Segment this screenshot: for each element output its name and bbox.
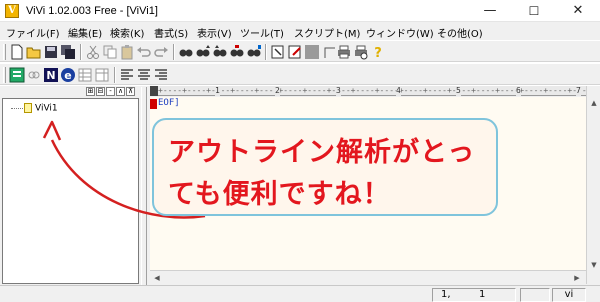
toolbar-separator bbox=[114, 67, 116, 83]
new-file-icon[interactable] bbox=[9, 44, 25, 60]
find-next-icon[interactable] bbox=[195, 44, 211, 60]
menu-view[interactable]: 表示(V) bbox=[197, 25, 232, 40]
vertical-scrollbar[interactable]: ▲ ▼ bbox=[586, 86, 600, 284]
menu-file[interactable]: ファイル(F) bbox=[6, 25, 60, 40]
menu-search[interactable]: 検索(K) bbox=[110, 25, 144, 40]
ruler-number: 4 bbox=[396, 86, 401, 96]
secondary-toolbar: N e bbox=[0, 63, 600, 85]
close-button[interactable]: ✕ bbox=[556, 0, 600, 22]
ruler-number: 7 bbox=[576, 86, 581, 96]
column-number: 1 bbox=[479, 289, 486, 300]
menu-script[interactable]: スクリプト(M) bbox=[294, 25, 360, 40]
menu-window[interactable]: ウィンドウ(W) bbox=[366, 25, 434, 40]
minimize-button[interactable]: — bbox=[468, 0, 512, 22]
expand-all-button[interactable]: ⊞ bbox=[86, 87, 95, 96]
ruler-number: 3 bbox=[336, 86, 341, 96]
main-toolbar: ? bbox=[0, 40, 600, 62]
status-bar: 1, 1 vi bbox=[0, 285, 600, 302]
annotation-callout: アウトライン解析がとっ ても便利ですね！ bbox=[152, 118, 498, 216]
ruler-number: 2 bbox=[275, 86, 280, 96]
ruler-number: 6 bbox=[516, 86, 521, 96]
cut-icon[interactable] bbox=[85, 44, 101, 60]
ruler: +----+----+----+----+----+----+----+----… bbox=[150, 86, 586, 96]
corner-icon[interactable] bbox=[321, 44, 337, 60]
save-all-icon[interactable] bbox=[60, 44, 76, 60]
ruler-ticks: +----+----+----+----+----+----+----+----… bbox=[158, 86, 586, 95]
toolbar-separator bbox=[80, 44, 82, 60]
menu-format[interactable]: 書式(S) bbox=[154, 25, 188, 40]
scroll-right-icon[interactable]: ▶ bbox=[570, 271, 584, 285]
print-preview-icon[interactable] bbox=[353, 44, 369, 60]
menu-other[interactable]: その他(O) bbox=[437, 25, 483, 40]
caret bbox=[150, 99, 157, 109]
window-title: ViVi 1.02.003 Free - [ViVi1] bbox=[26, 5, 158, 17]
document-icon bbox=[24, 103, 32, 113]
align-center-icon[interactable] bbox=[136, 67, 152, 83]
scroll-up-icon[interactable]: ▲ bbox=[587, 96, 600, 110]
collapse-all-button[interactable]: ⊟ bbox=[96, 87, 105, 96]
status-cell bbox=[520, 288, 550, 302]
tree-item[interactable]: ViVi1 bbox=[11, 103, 58, 114]
line-number: 1, bbox=[441, 289, 451, 300]
toolbar-separator bbox=[265, 44, 267, 60]
cursor-position: 1, 1 bbox=[432, 288, 516, 302]
find-prev-icon[interactable] bbox=[212, 44, 228, 60]
redo-icon[interactable] bbox=[153, 44, 169, 60]
minimize-pane-button[interactable]: - bbox=[106, 87, 115, 96]
find-icon[interactable] bbox=[178, 44, 194, 60]
scroll-left-icon[interactable]: ◀ bbox=[150, 271, 164, 285]
ruler-number: 5 bbox=[456, 86, 461, 96]
app-icon: V bbox=[5, 4, 19, 18]
svg-text:?: ? bbox=[374, 46, 382, 60]
tree-connector bbox=[11, 107, 23, 109]
save-icon[interactable] bbox=[43, 44, 59, 60]
outline-icon[interactable] bbox=[9, 67, 25, 83]
menu-tools[interactable]: ツール(T) bbox=[240, 25, 284, 40]
callout-text-line2: ても便利ですね！ bbox=[168, 179, 391, 210]
e-icon[interactable]: e bbox=[60, 67, 76, 83]
grep-icon[interactable] bbox=[246, 44, 262, 60]
edit-mode: vi bbox=[552, 288, 586, 302]
paste-icon[interactable] bbox=[119, 44, 135, 60]
tree-item-label: ViVi1 bbox=[35, 103, 58, 114]
replace-icon[interactable] bbox=[229, 44, 245, 60]
toolbar-grip[interactable] bbox=[3, 67, 6, 83]
table-icon[interactable] bbox=[77, 67, 93, 83]
maximize-button[interactable]: ☐ bbox=[512, 0, 556, 22]
print-icon[interactable] bbox=[336, 44, 352, 60]
svg-text:e: e bbox=[64, 69, 71, 82]
pane-splitter[interactable] bbox=[141, 87, 147, 285]
outline-header: ⊞ ⊟ - ∧ ⊼ bbox=[2, 87, 139, 97]
title-bar: V ViVi 1.02.003 Free - [ViVi1] — ☐ ✕ bbox=[0, 0, 600, 22]
toolbar-grip[interactable] bbox=[3, 44, 6, 60]
outline-pane[interactable]: ViVi1 bbox=[2, 98, 139, 284]
copy-icon[interactable] bbox=[102, 44, 118, 60]
jump-icon[interactable] bbox=[270, 44, 286, 60]
move-up-button[interactable]: ∧ bbox=[116, 87, 125, 96]
open-folder-icon[interactable] bbox=[26, 44, 42, 60]
menu-bar: ファイル(F) 編集(E) 検索(K) 書式(S) 表示(V) ツール(T) ス… bbox=[0, 22, 600, 40]
eof-marker: EOF] bbox=[158, 98, 180, 108]
scroll-down-icon[interactable]: ▼ bbox=[587, 258, 600, 272]
align-right-icon[interactable] bbox=[153, 67, 169, 83]
align-left-icon[interactable] bbox=[119, 67, 135, 83]
link-icon[interactable] bbox=[26, 67, 42, 83]
gray-box-icon[interactable] bbox=[304, 44, 320, 60]
svg-text:N: N bbox=[46, 69, 55, 82]
undo-icon[interactable] bbox=[136, 44, 152, 60]
ruler-number: 1 bbox=[215, 86, 220, 96]
horizontal-scrollbar[interactable]: ◀ ▶ bbox=[150, 270, 586, 284]
ruler-cursor bbox=[150, 86, 158, 96]
menu-edit[interactable]: 編集(E) bbox=[68, 25, 102, 40]
toolbar-separator bbox=[173, 44, 175, 60]
move-top-button[interactable]: ⊼ bbox=[126, 87, 135, 96]
callout-text-line1: アウトライン解析がとっ bbox=[168, 137, 476, 168]
edit-icon[interactable] bbox=[287, 44, 303, 60]
help-icon[interactable]: ? bbox=[370, 44, 386, 60]
table-alt-icon[interactable] bbox=[94, 67, 110, 83]
n-icon[interactable]: N bbox=[43, 67, 59, 83]
